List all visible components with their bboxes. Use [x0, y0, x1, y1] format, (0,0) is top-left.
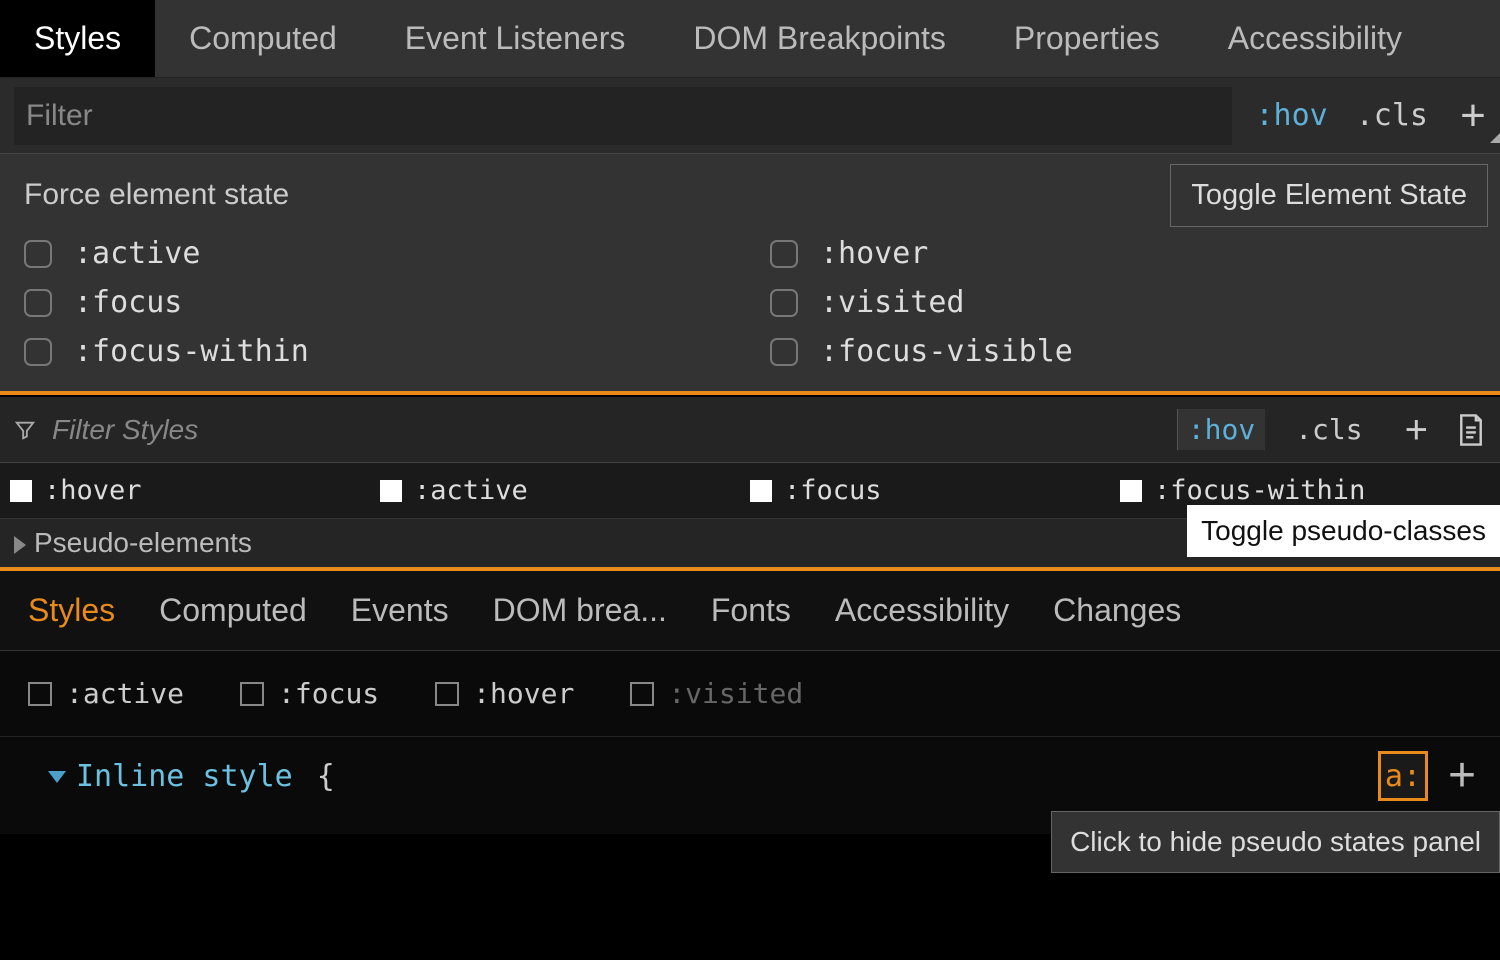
chrome-styles-panel-alt: :hov .cls + :hover :active :focus :focus…	[0, 395, 1500, 571]
checkbox-focus[interactable]	[240, 682, 264, 706]
rules-toolbar: a: +	[1378, 751, 1476, 801]
label-hover: :hover	[473, 677, 574, 710]
checkbox-focus-visible[interactable]	[770, 338, 798, 366]
force-focus-within-row: :focus-within	[24, 334, 730, 369]
rules-area: Inline style { a: + Click to hide pseudo…	[0, 737, 1500, 834]
tab-dom-breakpoints[interactable]: DOM brea...	[493, 592, 667, 629]
toggle-cls-button[interactable]: .cls	[1281, 413, 1376, 446]
checkbox-hover[interactable]	[770, 240, 798, 268]
rule-brace: {	[317, 759, 335, 794]
state-hover: :hover	[435, 677, 574, 710]
checkbox-focus-within[interactable]	[24, 338, 52, 366]
funnel-icon	[14, 419, 36, 441]
checkbox-focus[interactable]	[750, 480, 772, 502]
dropdown-corner-icon	[1490, 133, 1500, 143]
checkbox-focus[interactable]	[24, 289, 52, 317]
add-rule-button[interactable]: +	[1448, 752, 1476, 800]
file-icon[interactable]	[1456, 413, 1486, 447]
force-visited-row: :visited	[770, 285, 1476, 320]
checkbox-active[interactable]	[24, 240, 52, 268]
inline-style-rule[interactable]: Inline style {	[48, 759, 1472, 794]
plus-icon: +	[1460, 94, 1486, 138]
tooltip-toggle-pseudo-classes: Toggle pseudo-classes	[1187, 505, 1500, 557]
toggle-pseudo-states-button[interactable]: a:	[1378, 751, 1428, 801]
tab-styles[interactable]: Styles	[28, 592, 115, 629]
force-active-row: :active	[24, 236, 730, 271]
tab-fonts[interactable]: Fonts	[711, 592, 791, 629]
tooltip-hide-pseudo-states: Click to hide pseudo states panel	[1051, 811, 1500, 873]
checkbox-visited[interactable]	[770, 289, 798, 317]
checkbox-hover[interactable]	[10, 480, 32, 502]
checkbox-visited[interactable]	[630, 682, 654, 706]
disclosure-triangle-icon[interactable]	[14, 536, 26, 554]
panel3-pseudo-state-bar: :active :focus :hover :visited	[0, 651, 1500, 737]
toggle-cls-button[interactable]: .cls	[1338, 98, 1446, 133]
force-element-state-section: Force element state :active :hover :focu…	[0, 154, 1500, 395]
safari-styles-panel: Styles Computed Events DOM brea... Fonts…	[0, 571, 1500, 834]
tab-accessibility[interactable]: Accessibility	[835, 592, 1009, 629]
disclosure-triangle-icon[interactable]	[48, 771, 66, 783]
force-hover-row: :hover	[770, 236, 1476, 271]
tab-events[interactable]: Events	[351, 592, 449, 629]
filter-styles-input[interactable]	[52, 414, 1161, 446]
tab-styles[interactable]: Styles	[0, 0, 155, 77]
label-visited: :visited	[820, 285, 965, 320]
panel2-filter-bar: :hov .cls +	[0, 397, 1500, 463]
label-active: :active	[66, 677, 184, 710]
force-focus-row: :focus	[24, 285, 730, 320]
checkbox-active[interactable]	[28, 682, 52, 706]
chrome-styles-panel: Styles Computed Event Listeners DOM Brea…	[0, 0, 1500, 395]
rule-selector: Inline style	[76, 759, 293, 794]
tab-properties[interactable]: Properties	[980, 0, 1194, 77]
panel1-tabstrip: Styles Computed Event Listeners DOM Brea…	[0, 0, 1500, 78]
state-hover: :hover	[10, 475, 380, 506]
tab-accessibility[interactable]: Accessibility	[1194, 0, 1436, 77]
toggle-hov-button[interactable]: :hov	[1246, 98, 1338, 133]
label-hover: :hover	[44, 475, 142, 506]
label-focus-within: :focus-within	[74, 334, 309, 369]
state-focus: :focus	[240, 677, 379, 710]
filter-input[interactable]	[14, 87, 1232, 145]
label-active: :active	[414, 475, 528, 506]
toggle-hov-button[interactable]: :hov	[1177, 409, 1265, 450]
tab-computed[interactable]: Computed	[159, 592, 307, 629]
checkbox-focus-within[interactable]	[1120, 480, 1142, 502]
tab-dom-breakpoints[interactable]: DOM Breakpoints	[659, 0, 980, 77]
panel2-pseudo-state-bar: :hover :active :focus :focus-within Togg…	[0, 463, 1500, 519]
panel3-tabstrip: Styles Computed Events DOM brea... Fonts…	[0, 571, 1500, 651]
label-focus-within: :focus-within	[1154, 475, 1365, 506]
new-style-rule-button[interactable]: +	[1393, 410, 1440, 450]
label-active: :active	[74, 236, 200, 271]
label-hover: :hover	[820, 236, 928, 271]
tab-computed[interactable]: Computed	[155, 0, 371, 77]
label-visited: :visited	[668, 677, 803, 710]
label-focus: :focus	[74, 285, 182, 320]
label-focus: :focus	[784, 475, 882, 506]
state-active: :active	[380, 475, 750, 506]
pseudo-elements-label: Pseudo-elements	[34, 527, 252, 559]
label-focus-visible: :focus-visible	[820, 334, 1073, 369]
tab-changes[interactable]: Changes	[1053, 592, 1181, 629]
tooltip-toggle-element-state: Toggle Element State	[1170, 164, 1488, 227]
checkbox-active[interactable]	[380, 480, 402, 502]
new-style-rule-button[interactable]: +	[1446, 89, 1500, 143]
force-focus-visible-row: :focus-visible	[770, 334, 1476, 369]
label-focus: :focus	[278, 677, 379, 710]
tab-event-listeners[interactable]: Event Listeners	[371, 0, 660, 77]
checkbox-hover[interactable]	[435, 682, 459, 706]
state-focus: :focus	[750, 475, 1120, 506]
state-visited: :visited	[630, 677, 803, 710]
state-active: :active	[28, 677, 184, 710]
panel1-filter-bar: :hov .cls +	[0, 78, 1500, 154]
state-focus-within: :focus-within	[1120, 475, 1490, 506]
